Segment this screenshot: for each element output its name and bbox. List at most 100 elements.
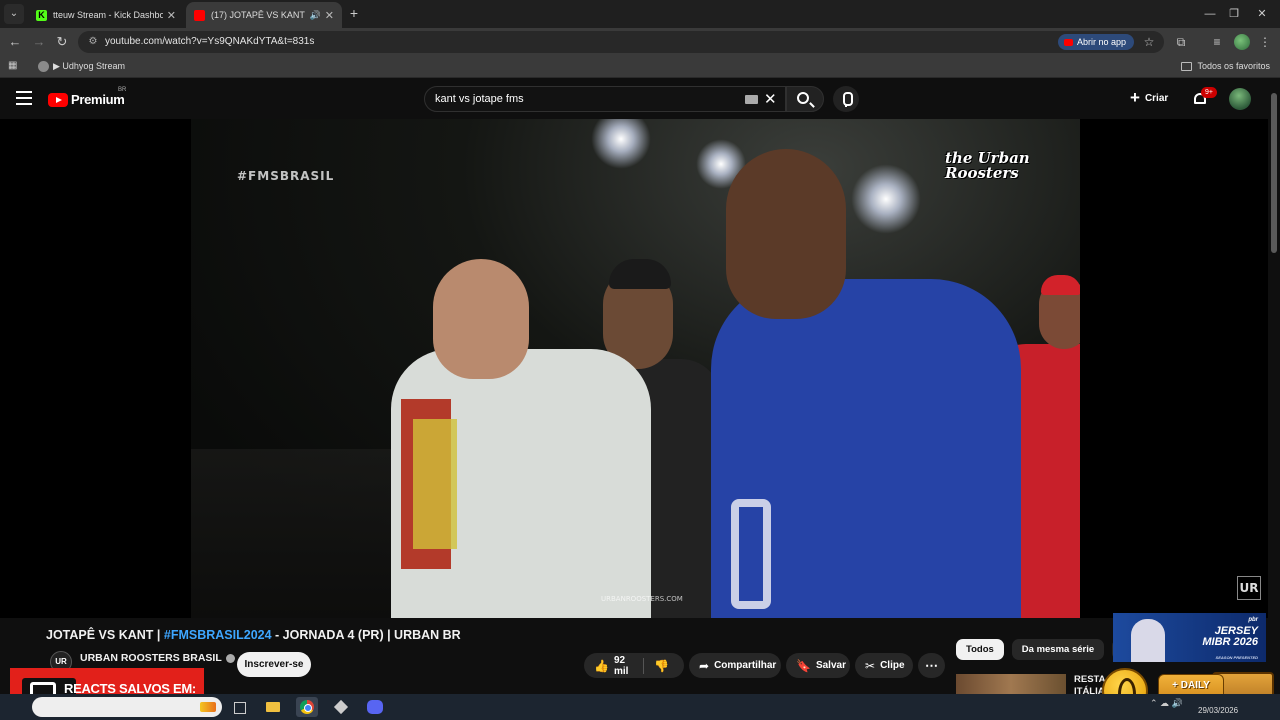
youtube-icon	[1064, 38, 1073, 46]
forward-arrow-icon[interactable]: →	[30, 33, 48, 51]
dislike-icon[interactable]: 👎	[654, 659, 669, 673]
channel-name-link[interactable]: URBAN ROOSTERS BRASIL	[80, 652, 235, 664]
ad-headline: JERSEY MIBR 2026	[1202, 625, 1258, 648]
video-watermark-url: URBANROOSTERS.COM	[601, 595, 683, 603]
more-actions-button[interactable]: ⋯	[918, 653, 945, 678]
page-scrollbar[interactable]	[1268, 79, 1280, 689]
tab-kick-dashboard[interactable]: K tteuw Stream - Kick Dashboard ✕	[28, 2, 184, 28]
address-bar[interactable]: ⚙ youtube.com/watch?v=Ys9QNAKdYTA&t=831s…	[78, 31, 1164, 53]
browser-menu-icon[interactable]: ⋮	[1256, 33, 1274, 51]
keyboard-icon[interactable]	[745, 95, 758, 104]
verified-icon	[225, 653, 235, 663]
stage-light	[591, 119, 651, 169]
clip-button[interactable]: ✂ Clipe	[855, 653, 913, 678]
share-button[interactable]: ➦ Compartilhar	[689, 653, 781, 678]
folder-icon	[1181, 61, 1193, 71]
urban-roosters-logo: the Urban Roosters	[945, 149, 1030, 182]
plus-icon: +	[1130, 88, 1140, 107]
create-button[interactable]: + Criar	[1130, 88, 1169, 107]
search-input[interactable]	[435, 91, 735, 107]
bookmark-icon: 🔖	[796, 658, 811, 673]
region-code: BR	[118, 87, 127, 93]
open-in-app-label: Abrir no app	[1077, 37, 1127, 47]
title-text: - JORNADA 4 (PR) | URBAN BR	[271, 628, 461, 642]
chip-same-series[interactable]: Da mesma série	[1011, 639, 1105, 660]
tab-title: (17) JOTAPÊ VS KANT | #FM	[211, 10, 306, 20]
all-bookmarks-button[interactable]: Todos os favoritos	[1181, 61, 1270, 71]
taskbar-date[interactable]: 29/03/2026	[1198, 706, 1238, 715]
kick-favicon-icon: K	[36, 9, 47, 21]
maximize-button[interactable]: ❐	[1220, 4, 1248, 24]
account-avatar[interactable]	[1229, 88, 1251, 110]
ad-footer: SEASON PRESENTED	[1215, 655, 1258, 660]
apps-grid-icon[interactable]: ▦	[8, 60, 20, 72]
close-window-button[interactable]: ✕	[1248, 4, 1276, 24]
youtube-premium-logo[interactable]: Premium BR	[48, 87, 126, 107]
tab-youtube-video[interactable]: (17) JOTAPÊ VS KANT | #FM 🔊 ✕	[186, 2, 342, 28]
audio-playing-icon[interactable]: 🔊	[310, 10, 321, 21]
jersey-number	[731, 499, 771, 609]
app-gem-icon[interactable]	[330, 697, 352, 717]
recommended-video-thumbnail[interactable]	[956, 674, 1066, 694]
video-frame[interactable]: #FMSBRASIL the Urban Roosters URBANROOST…	[191, 119, 1080, 618]
taskbar-search-box[interactable]	[32, 697, 222, 717]
site-info-icon[interactable]: ⚙	[86, 35, 100, 49]
create-label: Criar	[1144, 92, 1169, 104]
video-player[interactable]: #FMSBRASIL the Urban Roosters URBANROOST…	[0, 119, 1268, 618]
url-text[interactable]: youtube.com/watch?v=Ys9QNAKdYTA&t=831s	[105, 36, 314, 47]
all-bookmarks-label: Todos os favoritos	[1197, 61, 1270, 71]
search-highlight-icon	[200, 702, 216, 712]
globe-icon	[38, 61, 49, 72]
tab-search-icon[interactable]: ⌄	[4, 4, 24, 24]
save-label: Salvar	[815, 660, 846, 671]
scissors-icon: ✂	[865, 658, 876, 673]
profile-avatar[interactable]	[1234, 34, 1250, 50]
save-button[interactable]: 🔖 Salvar	[786, 653, 850, 678]
close-tab-icon[interactable]: ✕	[167, 9, 176, 22]
shirt-print	[413, 419, 457, 549]
bookmark-star-icon[interactable]: ☆	[1141, 34, 1157, 50]
video-watermark-hashtag: #FMSBRASIL	[237, 169, 335, 183]
extensions-icon[interactable]: ⧉	[1172, 33, 1190, 51]
system-tray-icons[interactable]: ⌃ ☁ 🔊	[1150, 698, 1190, 716]
media-controls-icon[interactable]: ≡	[1208, 33, 1226, 51]
channel-name[interactable]: URBAN ROOSTERS BRASIL	[80, 652, 222, 664]
discord-icon[interactable]	[364, 697, 386, 717]
search-button[interactable]	[786, 86, 824, 112]
subscribe-button[interactable]: Inscrever-se	[237, 652, 311, 677]
voice-search-icon[interactable]	[833, 86, 859, 112]
close-tab-icon[interactable]: ✕	[325, 9, 334, 22]
youtube-favicon-icon	[194, 9, 205, 21]
back-arrow-icon[interactable]: ←	[6, 33, 24, 51]
task-view-icon[interactable]	[228, 697, 250, 717]
person-middle-cap	[609, 259, 671, 289]
stage-light	[851, 164, 921, 234]
ad-person-image	[1131, 619, 1165, 662]
new-tab-button[interactable]: +	[346, 5, 362, 21]
open-in-app-button[interactable]: Abrir no app	[1058, 34, 1135, 50]
jersey-ad-overlay[interactable]: pbr JERSEY MIBR 2026 SEASON PRESENTED	[1113, 613, 1266, 662]
title-hashtag-link[interactable]: #FMSBRASIL2024	[164, 628, 272, 642]
like-dislike-group: 👍 92 mil 👎	[584, 653, 684, 678]
youtube-play-icon	[48, 92, 68, 107]
notifications-bell-icon[interactable]: 9+	[1192, 87, 1217, 107]
file-explorer-icon[interactable]	[262, 697, 284, 717]
reload-icon[interactable]: ↻	[53, 33, 71, 51]
scrollbar-thumb[interactable]	[1271, 93, 1277, 253]
like-icon[interactable]: 👍	[594, 659, 609, 673]
title-text: JOTAPÊ VS KANT |	[46, 628, 164, 642]
notifications-badge: 9+	[1201, 87, 1217, 98]
bookmark-label: ▶ Udhyog Stream	[53, 61, 125, 71]
chip-all[interactable]: Todos	[956, 639, 1004, 660]
search-box[interactable]: ✕	[424, 86, 786, 112]
channel-watermark-badge[interactable]: UR	[1237, 576, 1261, 600]
chrome-icon[interactable]	[296, 697, 318, 717]
divider	[643, 657, 645, 674]
clip-label: Clipe	[880, 660, 905, 671]
menu-hamburger-icon[interactable]	[16, 91, 32, 105]
windows-taskbar: ⌃ ☁ 🔊 29/03/2026	[0, 694, 1280, 720]
clear-search-icon[interactable]: ✕	[764, 90, 777, 108]
like-count[interactable]: 92 mil	[614, 655, 633, 677]
tab-title: tteuw Stream - Kick Dashboard	[53, 10, 163, 20]
bookmark-udhyog-stream[interactable]: ▶ Udhyog Stream	[38, 61, 125, 72]
